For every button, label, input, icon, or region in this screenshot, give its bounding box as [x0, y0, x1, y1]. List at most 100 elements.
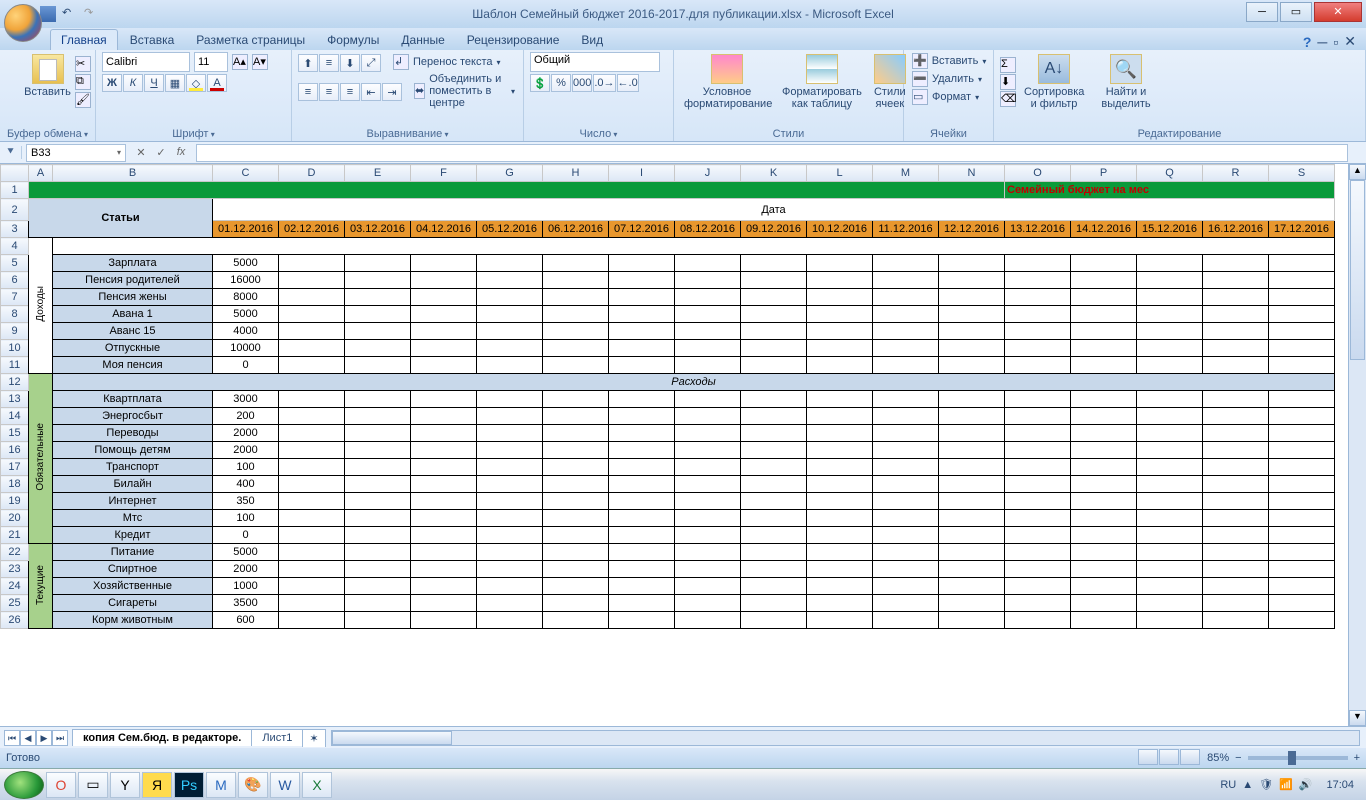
enter-fx-icon[interactable]: ✓: [152, 146, 170, 159]
find-select-button[interactable]: 🔍Найти и выделить: [1092, 52, 1160, 112]
format-cells-button[interactable]: ▭Формат: [910, 88, 987, 106]
col-header[interactable]: J: [675, 165, 741, 182]
col-header[interactable]: K: [741, 165, 807, 182]
row-13[interactable]: 13Квартплата3000: [1, 391, 1335, 408]
row-15[interactable]: 15Переводы2000: [1, 425, 1335, 442]
row-10[interactable]: 10Отпускные10000: [1, 340, 1335, 357]
row-16[interactable]: 16Помощь детям2000: [1, 442, 1335, 459]
save-icon[interactable]: [40, 6, 56, 22]
autosum-icon[interactable]: Σ: [1000, 57, 1016, 73]
close-button[interactable]: ✕: [1314, 2, 1362, 22]
wrap-text-button[interactable]: ↲Перенос текста: [391, 53, 503, 71]
col-header[interactable]: F: [411, 165, 477, 182]
row-5[interactable]: 5Зарплата5000: [1, 255, 1335, 272]
restore-window-icon[interactable]: ▫: [1333, 34, 1338, 50]
indent-inc-icon[interactable]: ⇥: [382, 83, 402, 101]
bold-button[interactable]: Ж: [102, 74, 122, 92]
row-24[interactable]: 24Хозяйственные1000: [1, 578, 1335, 595]
thousands-icon[interactable]: 000: [572, 74, 592, 92]
redo-icon[interactable]: ↷: [84, 6, 100, 22]
align-bottom-icon[interactable]: ⬇: [340, 54, 360, 72]
indent-dec-icon[interactable]: ⇤: [361, 83, 381, 101]
taskbar-paint-icon[interactable]: 🎨: [238, 772, 268, 798]
tab-data[interactable]: Данные: [391, 30, 454, 50]
font-size-combo[interactable]: [194, 52, 228, 72]
normal-view-icon[interactable]: [1138, 749, 1158, 765]
row-11[interactable]: 11Моя пенсия0: [1, 357, 1335, 374]
taskbar-explorer-icon[interactable]: ▭: [78, 772, 108, 798]
clear-icon[interactable]: ⌫: [1000, 91, 1016, 107]
zoom-level[interactable]: 85%: [1207, 752, 1229, 764]
expand-namebox-icon[interactable]: ⯆: [0, 146, 22, 159]
fill-color-button[interactable]: ◇: [186, 74, 206, 92]
row-26[interactable]: 26Корм животным600: [1, 612, 1335, 629]
new-sheet-icon[interactable]: ✶: [302, 729, 325, 747]
last-sheet-icon[interactable]: ⏭: [52, 730, 68, 746]
maximize-button[interactable]: ▭: [1280, 2, 1312, 22]
col-header[interactable]: R: [1203, 165, 1269, 182]
row-20[interactable]: 20Мтс100: [1, 510, 1335, 527]
border-button[interactable]: ▦: [165, 74, 185, 92]
sheet-tab-2[interactable]: Лист1: [251, 729, 303, 746]
currency-icon[interactable]: 💲: [530, 74, 550, 92]
row-7[interactable]: 7Пенсия жены8000: [1, 289, 1335, 306]
row-6[interactable]: 6Пенсия родителей16000: [1, 272, 1335, 289]
undo-icon[interactable]: ↶: [62, 6, 78, 22]
row-21[interactable]: 21Кредит0: [1, 527, 1335, 544]
tab-insert[interactable]: Вставка: [120, 30, 185, 50]
tab-review[interactable]: Рецензирование: [457, 30, 570, 50]
format-painter-icon[interactable]: 🖌: [75, 92, 91, 108]
tray-volume-icon[interactable]: 🔊: [1299, 778, 1313, 791]
conditional-formatting-button[interactable]: Условное форматирование: [680, 52, 774, 112]
tab-home[interactable]: Главная: [50, 29, 118, 50]
prev-sheet-icon[interactable]: ◀: [20, 730, 36, 746]
taskbar-mbam-icon[interactable]: M: [206, 772, 236, 798]
col-header[interactable]: O: [1005, 165, 1071, 182]
format-as-table-button[interactable]: Форматировать как таблицу: [778, 52, 866, 112]
scroll-up-icon[interactable]: ▲: [1349, 164, 1366, 180]
select-all-corner[interactable]: [1, 165, 29, 182]
scroll-thumb[interactable]: [1350, 180, 1365, 360]
row-9[interactable]: 9Аванс 154000: [1, 323, 1335, 340]
vertical-scrollbar[interactable]: ▲ ▼: [1348, 164, 1366, 726]
col-header[interactable]: N: [939, 165, 1005, 182]
tab-view[interactable]: Вид: [571, 30, 613, 50]
col-header[interactable]: C: [213, 165, 279, 182]
clock[interactable]: 17:04: [1318, 779, 1362, 791]
align-center-icon[interactable]: ≡: [319, 83, 339, 101]
col-header[interactable]: Q: [1137, 165, 1203, 182]
lang-indicator[interactable]: RU: [1220, 779, 1236, 791]
delete-cells-button[interactable]: ➖Удалить: [910, 70, 987, 88]
tray-flag-icon[interactable]: ▲: [1242, 779, 1253, 791]
taskbar-word-icon[interactable]: W: [270, 772, 300, 798]
close-workbook-icon[interactable]: ✕: [1344, 33, 1356, 50]
col-header[interactable]: S: [1269, 165, 1335, 182]
sort-filter-button[interactable]: A↓Сортировка и фильтр: [1020, 52, 1088, 112]
fill-icon[interactable]: ⬇: [1000, 74, 1016, 90]
col-header[interactable]: M: [873, 165, 939, 182]
first-sheet-icon[interactable]: ⏮: [4, 730, 20, 746]
start-button[interactable]: [4, 771, 44, 799]
col-header[interactable]: P: [1071, 165, 1137, 182]
tray-network-icon[interactable]: 📶: [1279, 778, 1293, 791]
row-2[interactable]: 2СтатьиДата: [1, 199, 1335, 221]
align-right-icon[interactable]: ≡: [340, 83, 360, 101]
row-14[interactable]: 14Энергосбыт200: [1, 408, 1335, 425]
name-box[interactable]: B33: [26, 144, 126, 162]
formula-input[interactable]: [196, 144, 1348, 162]
office-button[interactable]: [4, 4, 42, 42]
decrease-decimal-icon[interactable]: ←.0: [617, 74, 639, 92]
insert-cells-button[interactable]: ➕Вставить: [910, 52, 987, 70]
row-1[interactable]: 1Семейный бюджет на мес: [1, 182, 1335, 199]
tray-security-icon[interactable]: 🛡: [1259, 778, 1273, 791]
row-12[interactable]: 12ОбязательныеРасходы: [1, 374, 1335, 391]
minimize-ribbon-icon[interactable]: ─: [1317, 34, 1327, 50]
col-header[interactable]: E: [345, 165, 411, 182]
shrink-font-icon[interactable]: A▾: [252, 54, 268, 70]
row-4[interactable]: 4Доходы: [1, 238, 1335, 255]
col-header[interactable]: A: [29, 165, 53, 182]
minimize-button[interactable]: ─: [1246, 2, 1278, 22]
page-layout-view-icon[interactable]: [1159, 749, 1179, 765]
hscroll-thumb[interactable]: [332, 731, 452, 745]
next-sheet-icon[interactable]: ▶: [36, 730, 52, 746]
